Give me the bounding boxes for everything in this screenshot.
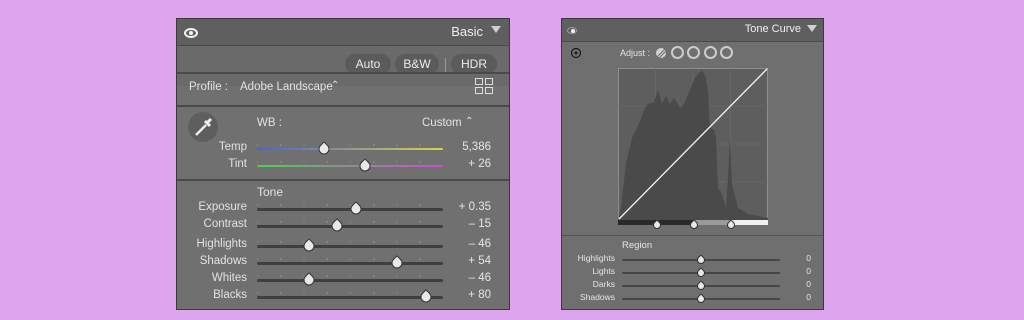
target-adjust-icon[interactable] [570, 47, 582, 59]
slider-ticks [257, 241, 443, 243]
region-slider-thumb-highlights[interactable] [695, 254, 707, 266]
basic-panel: Basic Auto B&W HDR Profile : Adobe Lands… [176, 18, 510, 310]
region-heading: Region [622, 240, 653, 251]
slider-label: Exposure [198, 201, 247, 213]
section-divider [177, 72, 509, 74]
profile-browser-grid-icon[interactable] [475, 78, 493, 94]
slider-ticks [257, 161, 443, 163]
slider-ticks [257, 275, 443, 277]
wb-dropdown[interactable]: Custom [422, 117, 462, 129]
region-slider-thumb-lights[interactable] [695, 267, 707, 279]
tone-curve-header[interactable]: Tone Curve [562, 19, 823, 42]
slider-value[interactable]: – 15 [441, 218, 491, 230]
visibility-eye-icon[interactable] [567, 27, 577, 34]
slider-track-tint[interactable] [257, 165, 443, 167]
basic-title: Basic [451, 24, 483, 39]
section-divider [562, 235, 823, 236]
slider-label: Tint [228, 158, 247, 170]
wb-label: WB : [257, 117, 282, 129]
tone-curve-title: Tone Curve [744, 23, 801, 35]
section-divider [177, 179, 509, 181]
slider-label: Shadows [199, 255, 247, 267]
slider-track-whites[interactable] [257, 279, 443, 282]
region-slider-thumb-darks[interactable] [695, 280, 707, 292]
region-slider-label: Lights [592, 266, 615, 276]
blue-channel-icon[interactable] [720, 46, 733, 59]
point-curve-white-icon[interactable] [671, 46, 684, 59]
region-slider-value[interactable]: 0 [806, 253, 811, 263]
green-channel-icon[interactable] [704, 46, 717, 59]
region-slider-value[interactable]: 0 [806, 292, 811, 302]
region-slider-label: Shadows [580, 292, 615, 302]
region-slider-label: Darks [592, 279, 615, 289]
tone-heading: Tone [257, 185, 284, 199]
slider-ticks [257, 221, 443, 223]
profile-label: Profile : [189, 81, 228, 93]
region-slider-label: Highlights [577, 253, 615, 263]
slider-track-temp[interactable] [257, 148, 443, 150]
auto-button[interactable]: Auto [345, 54, 391, 74]
slider-ticks [257, 144, 443, 146]
adjust-label: Adjust : [620, 48, 651, 58]
collapse-triangle-icon[interactable] [807, 25, 817, 32]
slider-value[interactable]: 5,386 [441, 141, 491, 153]
region-slider-value[interactable]: 0 [806, 279, 811, 289]
treatment-button-bar: Auto B&W HDR [177, 46, 509, 86]
hdr-button[interactable]: HDR [451, 54, 497, 74]
tone-curve-graph[interactable] [618, 68, 768, 228]
region-slider-thumb-shadows[interactable] [695, 293, 707, 305]
profile-dropdown[interactable]: Adobe Landscape [240, 81, 333, 93]
slider-value[interactable]: + 54 [441, 255, 491, 267]
slider-label: Whites [211, 272, 247, 284]
slider-value[interactable]: + 80 [441, 289, 491, 301]
slider-track-shadows[interactable] [257, 262, 443, 265]
slider-label: Blacks [213, 289, 247, 301]
section-divider [177, 105, 509, 107]
region-slider-value[interactable]: 0 [806, 266, 811, 276]
slider-ticks [257, 292, 443, 294]
white-balance-eyedropper-icon[interactable] [187, 111, 219, 143]
bw-button[interactable]: B&W [395, 54, 439, 74]
slider-label: Highlights [196, 238, 248, 250]
parametric-curve-icon[interactable] [655, 47, 667, 59]
slider-label: Contrast [203, 218, 247, 230]
visibility-eye-icon[interactable] [184, 28, 198, 38]
slider-value[interactable]: – 46 [441, 238, 491, 250]
profile-chevron-icon[interactable]: ⌃ [331, 80, 339, 91]
slider-value[interactable]: – 46 [441, 272, 491, 284]
slider-label: Temp [218, 141, 247, 153]
slider-ticks [257, 258, 443, 260]
red-channel-icon[interactable] [687, 46, 700, 59]
basic-header[interactable]: Basic [177, 19, 509, 46]
slider-value[interactable]: + 26 [441, 158, 491, 170]
collapse-triangle-icon[interactable] [491, 26, 501, 33]
wb-chevron-icon[interactable]: ⌃ [465, 116, 473, 127]
slider-track-contrast[interactable] [257, 225, 443, 228]
slider-track-highlights[interactable] [257, 245, 443, 248]
tone-curve-panel: Tone Curve Adjust : Region Highlights 0 Li… [561, 18, 824, 310]
slider-value[interactable]: + 0.35 [441, 201, 491, 213]
slider-track-blacks[interactable] [257, 296, 443, 299]
button-separator [445, 58, 446, 72]
